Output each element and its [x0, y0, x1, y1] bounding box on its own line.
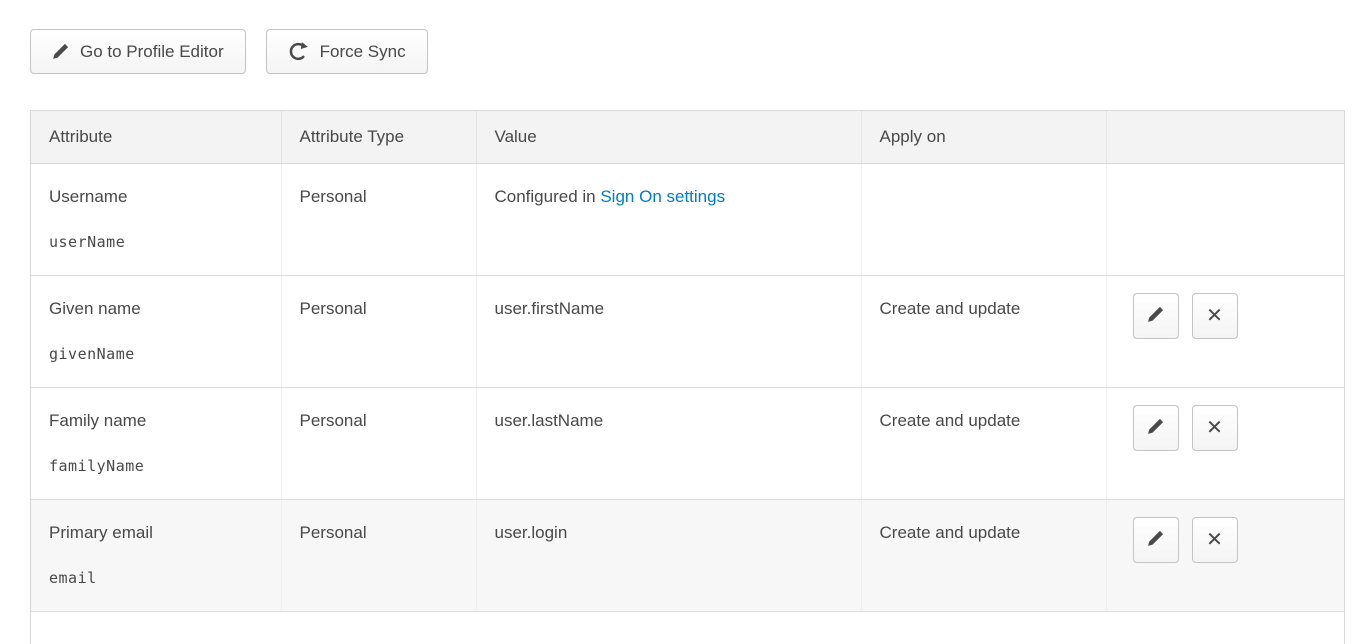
- edit-attribute-button[interactable]: [1133, 517, 1179, 563]
- actions-cell: ✕: [1106, 499, 1344, 611]
- attribute-mappings-table-container: Attribute Attribute Type Value Apply on …: [30, 110, 1345, 644]
- actions-cell: [1106, 163, 1344, 275]
- attribute-variable-name: givenName: [49, 345, 263, 363]
- attribute-variable-name: familyName: [49, 457, 263, 475]
- attribute-cell: Given name givenName: [31, 275, 281, 387]
- close-icon: ✕: [1206, 418, 1223, 438]
- table-filler-row: [31, 611, 1344, 644]
- apply-on-cell: Create and update: [861, 387, 1106, 499]
- value-text: Configured in: [495, 187, 601, 206]
- attribute-type-cell: Personal: [281, 163, 476, 275]
- header-actions: [1106, 111, 1344, 163]
- close-icon: ✕: [1206, 530, 1223, 550]
- edit-attribute-button[interactable]: [1133, 405, 1179, 451]
- value-cell: user.lastName: [476, 387, 861, 499]
- toolbar: Go to Profile Editor Force Sync: [0, 0, 1370, 74]
- attribute-type-cell: Personal: [281, 387, 476, 499]
- attribute-cell: Primary email email: [31, 499, 281, 611]
- actions-cell: ✕: [1106, 275, 1344, 387]
- attribute-type-cell: Personal: [281, 499, 476, 611]
- header-attribute: Attribute: [31, 111, 281, 163]
- apply-on-cell: [861, 163, 1106, 275]
- pencil-icon: [52, 43, 69, 60]
- attribute-mappings-page: Go to Profile Editor Force Sync Attribut…: [0, 0, 1370, 644]
- attribute-variable-name: email: [49, 569, 263, 587]
- attribute-variable-name: userName: [49, 233, 263, 251]
- force-sync-label: Force Sync: [320, 42, 406, 62]
- apply-on-cell: Create and update: [861, 499, 1106, 611]
- table-header: Attribute Attribute Type Value Apply on: [31, 111, 1344, 163]
- edit-attribute-button[interactable]: [1133, 293, 1179, 339]
- attribute-label: Family name: [49, 411, 263, 431]
- go-to-profile-editor-label: Go to Profile Editor: [80, 42, 224, 62]
- filler-cell: [31, 611, 1344, 644]
- pencil-icon: [1147, 418, 1164, 438]
- attribute-cell: Username userName: [31, 163, 281, 275]
- header-value: Value: [476, 111, 861, 163]
- sign-on-settings-link[interactable]: Sign On settings: [600, 187, 725, 206]
- table-row-primary-email: Primary email email Personal user.login …: [31, 499, 1344, 611]
- refresh-icon: [288, 41, 309, 62]
- header-apply-on: Apply on: [861, 111, 1106, 163]
- apply-on-cell: Create and update: [861, 275, 1106, 387]
- value-cell: user.login: [476, 499, 861, 611]
- pencil-icon: [1147, 306, 1164, 326]
- header-attribute-type: Attribute Type: [281, 111, 476, 163]
- attribute-label: Username: [49, 187, 263, 207]
- attribute-mappings-table: Attribute Attribute Type Value Apply on …: [31, 111, 1344, 644]
- actions-cell: ✕: [1106, 387, 1344, 499]
- value-cell: user.firstName: [476, 275, 861, 387]
- delete-attribute-button[interactable]: ✕: [1192, 293, 1238, 339]
- table-row-given-name: Given name givenName Personal user.first…: [31, 275, 1344, 387]
- delete-attribute-button[interactable]: ✕: [1192, 517, 1238, 563]
- value-cell: Configured in Sign On settings: [476, 163, 861, 275]
- attribute-label: Primary email: [49, 523, 263, 543]
- attribute-type-cell: Personal: [281, 275, 476, 387]
- force-sync-button[interactable]: Force Sync: [266, 29, 428, 74]
- table-row-family-name: Family name familyName Personal user.las…: [31, 387, 1344, 499]
- pencil-icon: [1147, 530, 1164, 550]
- close-icon: ✕: [1206, 306, 1223, 326]
- attribute-cell: Family name familyName: [31, 387, 281, 499]
- table-row-username: Username userName Personal Configured in…: [31, 163, 1344, 275]
- attribute-label: Given name: [49, 299, 263, 319]
- go-to-profile-editor-button[interactable]: Go to Profile Editor: [30, 29, 246, 74]
- delete-attribute-button[interactable]: ✕: [1192, 405, 1238, 451]
